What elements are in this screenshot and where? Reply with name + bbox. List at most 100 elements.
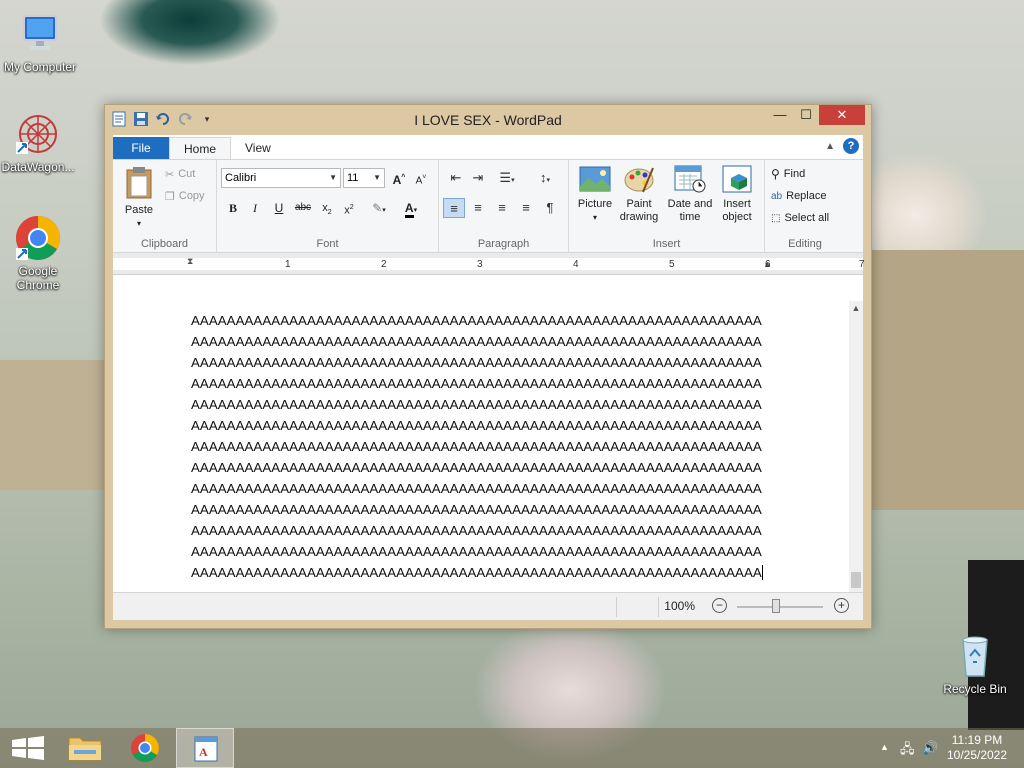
copy-button[interactable]: ❐ Copy <box>165 186 205 206</box>
maximize-button[interactable]: ☐ <box>793 105 819 125</box>
clock-date: 10/25/2022 <box>946 748 1008 762</box>
volume-icon[interactable]: 🔊 <box>922 740 938 756</box>
justify-button[interactable]: ≡ <box>515 198 537 218</box>
network-icon[interactable]: 🖧 <box>900 740 915 762</box>
chevron-down-icon: ▼ <box>329 173 337 182</box>
bullets-button[interactable]: ☰▾ <box>493 168 521 188</box>
italic-button[interactable]: I <box>245 198 265 218</box>
date-time-button[interactable]: Date and time <box>665 164 715 224</box>
bold-button[interactable]: B <box>223 198 243 218</box>
align-right-button[interactable]: ≡ <box>491 198 513 218</box>
document-line: AAAAAAAAAAAAAAAAAAAAAAAAAAAAAAAAAAAAAAAA… <box>191 397 762 412</box>
zoom-out-button[interactable]: − <box>712 598 727 613</box>
cut-label: Cut <box>178 168 196 180</box>
desktop-icon-recycle-bin[interactable]: Recycle Bin <box>935 632 1015 696</box>
increase-indent-button[interactable]: ⇥ <box>467 168 489 188</box>
ruler[interactable]: ⧗ ▲ 1 2 3 4 5 6 7 <box>113 253 865 275</box>
zoom-slider-thumb[interactable] <box>772 599 780 613</box>
text-color-button[interactable]: A▾ <box>397 198 425 218</box>
calendar-clock-icon <box>674 165 706 193</box>
ruler-track <box>113 258 863 270</box>
shrink-font-button[interactable]: A˅ <box>411 168 431 188</box>
document-area[interactable]: AAAAAAAAAAAAAAAAAAAAAAAAAAAAAAAAAAAAAAAA… <box>113 301 849 592</box>
highlight-button[interactable]: ✎▾ <box>365 198 393 218</box>
windows-logo-icon <box>12 736 44 760</box>
find-button[interactable]: ⚲ Find <box>771 164 805 184</box>
paste-button[interactable]: Paste ▾ <box>119 166 159 230</box>
picture-button[interactable]: Picture ▾ <box>575 164 615 224</box>
select-all-button[interactable]: ⬚ Select all <box>771 208 829 228</box>
svg-text:A: A <box>199 745 208 759</box>
desktop-icon-datawagon[interactable]: DataWagon... <box>0 110 78 174</box>
replace-button[interactable]: ab Replace <box>771 186 826 206</box>
insert-object-button[interactable]: Insert object <box>715 164 759 224</box>
text-cursor <box>761 565 763 580</box>
document-line: AAAAAAAAAAAAAAAAAAAAAAAAAAAAAAAAAAAAAAAA… <box>191 439 762 454</box>
wordpad-window: ▾ I LOVE SEX - WordPad — ☐ ✕ File Home V… <box>104 104 872 629</box>
group-insert: Picture ▾ Paint drawing Date and time In… <box>569 160 765 252</box>
group-label-editing: Editing <box>788 238 822 250</box>
help-icon[interactable]: ? <box>843 138 859 154</box>
strikethrough-button[interactable]: abc <box>293 198 313 218</box>
group-label-paragraph: Paragraph <box>477 238 530 250</box>
document-line-text: AAAAAAAAAAAAAAAAAAAAAAAAAAAAAAAAAAAAAAAA… <box>191 565 762 580</box>
font-family-value: Calibri <box>225 172 257 184</box>
tab-file[interactable]: File <box>113 137 169 159</box>
superscript-button[interactable]: x2 <box>339 198 359 218</box>
vertical-scrollbar[interactable]: ▲ <box>849 301 863 592</box>
group-label-clipboard: Clipboard <box>140 238 189 250</box>
document-line-last: AAAAAAAAAAAAAAAAAAAAAAAAAAAAAAAAAAAAAAAA… <box>191 565 763 580</box>
document-line: AAAAAAAAAAAAAAAAAAAAAAAAAAAAAAAAAAAAAAAA… <box>191 418 762 433</box>
group-label-font: Font <box>316 238 339 250</box>
minimize-button[interactable]: — <box>767 105 793 125</box>
clock[interactable]: 11:19 PM 10/25/2022 <box>942 733 1012 763</box>
close-button[interactable]: ✕ <box>819 105 865 125</box>
select-all-label: Select all <box>784 212 830 224</box>
minimize-ribbon-icon[interactable]: ▲ <box>825 141 835 152</box>
picture-dropdown-icon: ▾ <box>592 213 597 222</box>
cut-button[interactable]: ✂ Cut <box>165 164 195 184</box>
desktop-icon-my-computer[interactable]: My Computer <box>0 10 80 74</box>
chevron-down-icon: ▼ <box>373 173 381 182</box>
folder-icon <box>68 737 102 761</box>
document-line: AAAAAAAAAAAAAAAAAAAAAAAAAAAAAAAAAAAAAAAA… <box>191 376 762 391</box>
ruler-number: 7 <box>859 259 865 270</box>
font-size-value: 11 <box>347 172 359 184</box>
desktop-icon-google-chrome[interactable]: Google Chrome <box>0 214 78 292</box>
start-button[interactable] <box>0 728 58 768</box>
show-hidden-icons-icon[interactable]: ▲ <box>880 742 889 752</box>
zoom-level: 100% <box>664 599 695 613</box>
taskbar-wordpad[interactable]: A <box>176 728 234 768</box>
tab-view[interactable]: View <box>231 137 285 159</box>
wordpad-icon: A <box>194 736 218 762</box>
chrome-icon <box>131 734 159 762</box>
align-left-button[interactable]: ≡ <box>443 198 465 218</box>
subscript-button[interactable]: x2 <box>317 198 337 218</box>
date-time-label: Date and time <box>667 198 713 223</box>
taskbar-file-explorer[interactable] <box>56 728 114 768</box>
replace-icon: ab <box>771 190 783 202</box>
underline-button[interactable]: U <box>269 198 289 218</box>
title-bar[interactable]: ▾ I LOVE SEX - WordPad — ☐ ✕ <box>105 105 871 135</box>
scroll-up-icon[interactable]: ▲ <box>849 303 863 313</box>
left-indent-marker[interactable]: ⧗ <box>187 256 193 267</box>
decrease-indent-button[interactable]: ⇤ <box>445 168 467 188</box>
picture-label: Picture <box>577 198 613 210</box>
line-spacing-button[interactable]: ↕▾ <box>531 168 559 188</box>
zoom-slider-track[interactable] <box>737 606 823 608</box>
window-controls: — ☐ ✕ <box>767 105 865 125</box>
paragraph-settings-button[interactable]: ¶ <box>539 198 561 218</box>
taskbar-chrome[interactable] <box>116 728 174 768</box>
paint-drawing-button[interactable]: Paint drawing <box>617 164 661 224</box>
zoom-in-button[interactable]: + <box>834 598 849 613</box>
align-center-button[interactable]: ≡ <box>467 198 489 218</box>
status-divider <box>658 597 659 617</box>
document-line: AAAAAAAAAAAAAAAAAAAAAAAAAAAAAAAAAAAAAAAA… <box>191 460 762 475</box>
window-title: I LOVE SEX - WordPad <box>414 112 562 128</box>
scroll-thumb[interactable] <box>851 572 861 588</box>
font-family-select[interactable]: Calibri ▼ <box>221 168 341 188</box>
tab-home[interactable]: Home <box>169 137 232 159</box>
grow-font-button[interactable]: A^ <box>389 168 409 188</box>
select-all-icon: ⬚ <box>771 212 781 224</box>
font-size-select[interactable]: 11 ▼ <box>343 168 385 188</box>
